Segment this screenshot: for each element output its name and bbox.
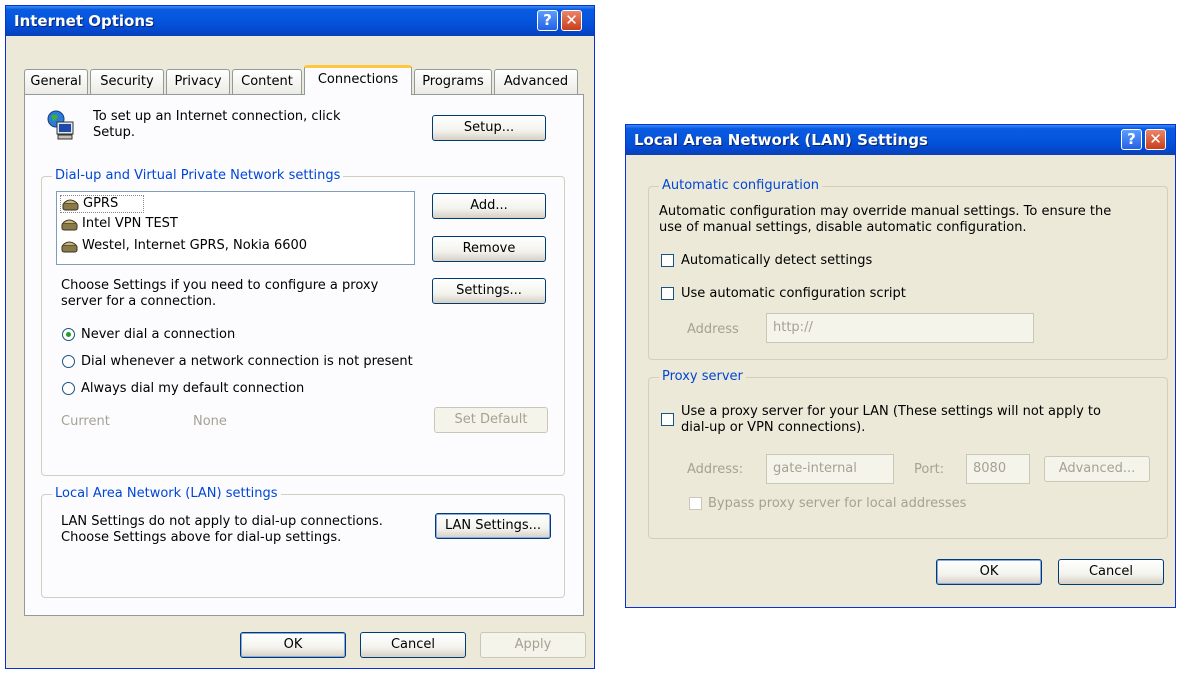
setup-button[interactable]: Setup... xyxy=(432,115,546,141)
auto-config-address-input[interactable]: http:// xyxy=(766,313,1034,343)
use-proxy-checkbox[interactable] xyxy=(661,413,674,426)
auto-script-label[interactable]: Use automatic configuration script xyxy=(681,286,906,302)
tab-label: Connections xyxy=(317,72,399,87)
settings-button[interactable]: Settings... xyxy=(432,278,546,304)
lan-settings-dialog: Local Area Network (LAN) Settings ? ✕ Au… xyxy=(625,124,1176,608)
dialup-phone-icon xyxy=(61,219,78,231)
tab-security[interactable]: Security xyxy=(90,69,164,94)
bypass-local-label[interactable]: Bypass proxy server for local addresses xyxy=(708,496,966,512)
lan-settings-group-label: Local Area Network (LAN) settings xyxy=(52,486,281,502)
current-value: None xyxy=(193,414,227,429)
ok-button[interactable]: OK xyxy=(936,559,1042,585)
list-item[interactable]: Westel, Internet GPRS, Nokia 6600 xyxy=(60,238,400,256)
tab-label: Content xyxy=(241,74,293,89)
network-computer-icon xyxy=(47,110,74,140)
tab-content[interactable]: Content xyxy=(232,69,302,94)
question-mark-icon: ? xyxy=(543,11,552,29)
radio-dial-when-no-network[interactable] xyxy=(62,355,75,368)
cancel-button[interactable]: Cancel xyxy=(1058,559,1164,585)
question-mark-icon: ? xyxy=(1127,130,1136,148)
connections-listbox[interactable]: GPRS Intel VPN TEST Westel, Internet GPR… xyxy=(56,191,415,265)
radio-dial-when-no-network-label[interactable]: Dial whenever a network connection is no… xyxy=(81,354,413,370)
internet-options-dialog: Internet Options ? ✕ General Security Pr… xyxy=(5,5,595,669)
auto-script-checkbox[interactable] xyxy=(661,287,674,300)
apply-button[interactable]: Apply xyxy=(480,632,586,658)
dialup-vpn-group-label: Dial-up and Virtual Private Network sett… xyxy=(52,168,344,184)
radio-always-dial[interactable] xyxy=(62,382,75,395)
proxy-address-label: Address: xyxy=(687,462,744,477)
list-item[interactable]: GPRS xyxy=(60,195,144,213)
setup-description: To set up an Internet connection, click … xyxy=(93,109,341,140)
tab-advanced[interactable]: Advanced xyxy=(494,69,578,94)
address-label: Address xyxy=(687,322,739,337)
connections-tab-panel: To set up an Internet connection, click … xyxy=(24,94,584,616)
port-label: Port: xyxy=(914,462,945,477)
close-icon: ✕ xyxy=(565,11,578,29)
radio-never-dial[interactable] xyxy=(62,328,75,341)
set-default-button[interactable]: Set Default xyxy=(434,407,548,433)
tab-label: Programs xyxy=(422,74,484,89)
advanced-button[interactable]: Advanced... xyxy=(1044,456,1150,482)
ok-button[interactable]: OK xyxy=(240,632,346,658)
lan-settings-group: Local Area Network (LAN) settings xyxy=(41,486,565,598)
cancel-button[interactable]: Cancel xyxy=(360,632,466,658)
internet-options-titlebar[interactable]: Internet Options ? ✕ xyxy=(6,6,594,36)
current-label: Current xyxy=(61,414,110,429)
tab-label: Advanced xyxy=(503,74,569,89)
close-button[interactable]: ✕ xyxy=(1145,129,1166,150)
tab-general[interactable]: General xyxy=(24,69,88,94)
port-input[interactable]: 8080 xyxy=(966,454,1030,484)
radio-never-dial-label[interactable]: Never dial a connection xyxy=(81,327,235,343)
tab-programs[interactable]: Programs xyxy=(414,69,492,94)
tab-label: Security xyxy=(100,74,154,89)
list-item[interactable]: Intel VPN TEST xyxy=(60,216,400,234)
bypass-local-checkbox[interactable] xyxy=(689,497,702,510)
remove-button[interactable]: Remove xyxy=(432,236,546,262)
settings-description: Choose Settings if you need to configure… xyxy=(61,278,379,309)
help-button[interactable]: ? xyxy=(1121,129,1142,150)
proxy-server-group-label: Proxy server xyxy=(659,369,746,385)
tab-privacy[interactable]: Privacy xyxy=(166,69,230,94)
radio-always-dial-label[interactable]: Always dial my default connection xyxy=(81,381,304,397)
close-icon: ✕ xyxy=(1149,130,1162,148)
tab-label: Privacy xyxy=(174,74,222,89)
lan-settings-titlebar[interactable]: Local Area Network (LAN) Settings ? ✕ xyxy=(626,125,1175,155)
tab-label: General xyxy=(30,74,82,89)
help-button[interactable]: ? xyxy=(537,10,558,31)
internet-options-title: Internet Options xyxy=(14,12,154,30)
automatic-configuration-group-label: Automatic configuration xyxy=(659,178,823,194)
add-button[interactable]: Add... xyxy=(432,193,546,219)
lan-description: LAN Settings do not apply to dial-up con… xyxy=(61,514,383,545)
tab-connections[interactable]: Connections xyxy=(304,65,412,95)
lan-settings-title: Local Area Network (LAN) Settings xyxy=(634,131,928,149)
dialup-phone-icon xyxy=(62,199,79,211)
close-button[interactable]: ✕ xyxy=(561,10,582,31)
auto-detect-label[interactable]: Automatically detect settings xyxy=(681,253,872,269)
use-proxy-label[interactable]: Use a proxy server for your LAN (These s… xyxy=(681,404,1101,436)
auto-config-description: Automatic configuration may override man… xyxy=(659,204,1112,235)
dialup-phone-icon xyxy=(61,241,78,253)
auto-detect-checkbox[interactable] xyxy=(661,254,674,267)
proxy-address-input[interactable]: gate-internal xyxy=(766,454,894,484)
lan-settings-button[interactable]: LAN Settings... xyxy=(435,513,551,539)
